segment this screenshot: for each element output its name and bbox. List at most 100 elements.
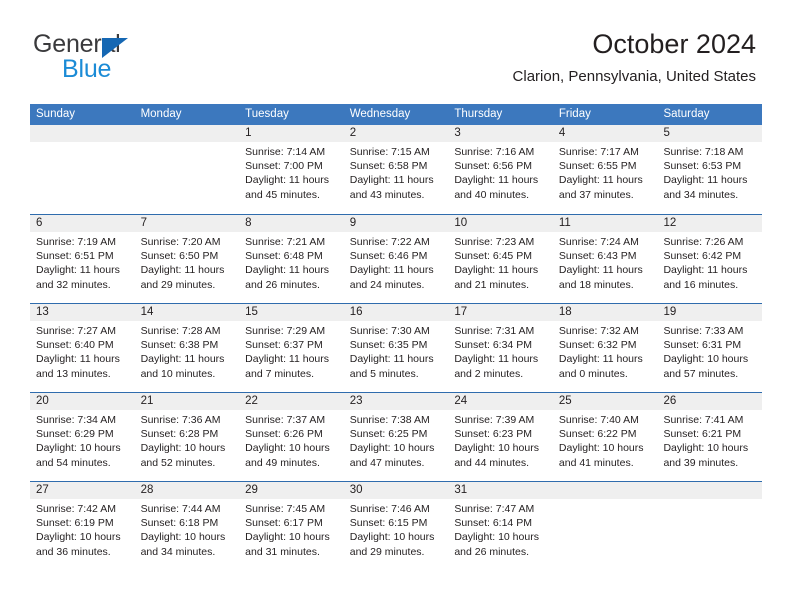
- day-details: Sunrise: 7:22 AM Sunset: 6:46 PM Dayligh…: [344, 232, 449, 292]
- day-number: 20: [30, 393, 135, 410]
- day-cell[interactable]: 24 Sunrise: 7:39 AM Sunset: 6:23 PM Dayl…: [448, 393, 553, 481]
- week-row: 6 Sunrise: 7:19 AM Sunset: 6:51 PM Dayli…: [30, 214, 763, 303]
- daylight-text-line2: and 7 minutes.: [245, 367, 315, 380]
- day-number: 23: [343, 393, 449, 410]
- day-cell[interactable]: 6 Sunrise: 7:19 AM Sunset: 6:51 PM Dayli…: [30, 215, 135, 303]
- day-number: 28: [134, 482, 240, 499]
- daylight-text-line2: and 26 minutes.: [454, 545, 530, 558]
- day-details: Sunrise: 7:39 AM Sunset: 6:23 PM Dayligh…: [448, 410, 553, 470]
- day-number: 30: [343, 482, 449, 499]
- day-details: Sunrise: 7:45 AM Sunset: 6:17 PM Dayligh…: [239, 499, 344, 559]
- day-number: 16: [343, 304, 449, 321]
- day-number: 24: [448, 393, 553, 410]
- day-cell[interactable]: 26 Sunrise: 7:41 AM Sunset: 6:21 PM Dayl…: [657, 393, 763, 481]
- day-details: Sunrise: 7:17 AM Sunset: 6:55 PM Dayligh…: [553, 142, 658, 202]
- sunrise-text: Sunrise: 7:45 AM: [245, 503, 326, 515]
- day-cell[interactable]: 31 Sunrise: 7:47 AM Sunset: 6:14 PM Dayl…: [448, 482, 553, 570]
- sunrise-text: Sunrise: 7:39 AM: [454, 414, 535, 426]
- sunrise-text: Sunrise: 7:38 AM: [349, 414, 430, 426]
- day-cell[interactable]: 27 Sunrise: 7:42 AM Sunset: 6:19 PM Dayl…: [30, 482, 135, 570]
- daylight-text-line1: Daylight: 11 hours: [454, 264, 539, 277]
- sunset-text: Sunset: 6:28 PM: [140, 428, 219, 441]
- day-cell[interactable]: 8 Sunrise: 7:21 AM Sunset: 6:48 PM Dayli…: [239, 215, 344, 303]
- day-cell[interactable]: 20 Sunrise: 7:34 AM Sunset: 6:29 PM Dayl…: [30, 393, 135, 481]
- day-cell[interactable]: 22 Sunrise: 7:37 AM Sunset: 6:26 PM Dayl…: [239, 393, 344, 481]
- week-row: 13 Sunrise: 7:27 AM Sunset: 6:40 PM Dayl…: [30, 303, 763, 392]
- day-cell[interactable]: 18 Sunrise: 7:32 AM Sunset: 6:32 PM Dayl…: [552, 304, 658, 392]
- day-cell[interactable]: 1 Sunrise: 7:14 AM Sunset: 7:00 PM Dayli…: [239, 125, 344, 214]
- day-cell[interactable]: 30 Sunrise: 7:46 AM Sunset: 6:15 PM Dayl…: [343, 482, 449, 570]
- daylight-text-line2: and 40 minutes.: [454, 188, 530, 201]
- day-cell[interactable]: 2 Sunrise: 7:15 AM Sunset: 6:58 PM Dayli…: [343, 125, 449, 214]
- day-number: 2: [343, 125, 449, 142]
- day-details: Sunrise: 7:21 AM Sunset: 6:48 PM Dayligh…: [239, 232, 344, 292]
- day-number: 3: [448, 125, 553, 142]
- day-cell[interactable]: 28 Sunrise: 7:44 AM Sunset: 6:18 PM Dayl…: [134, 482, 240, 570]
- day-cell[interactable]: 15 Sunrise: 7:29 AM Sunset: 6:37 PM Dayl…: [239, 304, 344, 392]
- day-details: Sunrise: 7:18 AM Sunset: 6:53 PM Dayligh…: [657, 142, 762, 202]
- sunrise-text: Sunrise: 7:36 AM: [140, 414, 221, 426]
- day-cell[interactable]: 7 Sunrise: 7:20 AM Sunset: 6:50 PM Dayli…: [134, 215, 240, 303]
- daylight-text-line2: and 52 minutes.: [140, 456, 216, 469]
- day-details: Sunrise: 7:32 AM Sunset: 6:32 PM Dayligh…: [553, 321, 658, 381]
- weekday-saturday: Saturday: [663, 108, 710, 120]
- sunset-text: Sunset: 6:43 PM: [558, 250, 637, 263]
- sunrise-text: Sunrise: 7:31 AM: [454, 325, 535, 337]
- day-number: 10: [448, 215, 553, 232]
- day-number: 11: [552, 215, 658, 232]
- day-cell[interactable]: 12 Sunrise: 7:26 AM Sunset: 6:42 PM Dayl…: [657, 215, 763, 303]
- sunset-text: Sunset: 6:45 PM: [454, 250, 532, 263]
- sunset-text: Sunset: 6:17 PM: [245, 517, 323, 530]
- sunset-text: Sunset: 6:40 PM: [36, 339, 114, 352]
- sunrise-text: Sunrise: 7:46 AM: [349, 503, 430, 515]
- sunrise-text: Sunrise: 7:41 AM: [663, 414, 744, 426]
- sunset-text: Sunset: 6:55 PM: [558, 160, 637, 173]
- day-cell[interactable]: 17 Sunrise: 7:31 AM Sunset: 6:34 PM Dayl…: [448, 304, 553, 392]
- day-number: [552, 482, 658, 499]
- day-number: 29: [239, 482, 344, 499]
- daylight-text-line1: Daylight: 10 hours: [140, 531, 226, 544]
- daylight-text-line2: and 47 minutes.: [349, 456, 425, 469]
- calendar-page: General Blue October 2024 Clarion, Penns…: [0, 0, 792, 612]
- day-cell[interactable]: 25 Sunrise: 7:40 AM Sunset: 6:22 PM Dayl…: [552, 393, 658, 481]
- day-number: 5: [657, 125, 763, 142]
- day-details: Sunrise: 7:38 AM Sunset: 6:25 PM Dayligh…: [344, 410, 449, 470]
- daylight-text-line2: and 29 minutes.: [140, 278, 216, 291]
- day-cell[interactable]: 21 Sunrise: 7:36 AM Sunset: 6:28 PM Dayl…: [134, 393, 240, 481]
- page-subtitle: Clarion, Pennsylvania, United States: [512, 67, 756, 85]
- day-cell[interactable]: 13 Sunrise: 7:27 AM Sunset: 6:40 PM Dayl…: [30, 304, 135, 392]
- daylight-text-line1: Daylight: 10 hours: [349, 442, 435, 455]
- daylight-text-line2: and 45 minutes.: [245, 188, 320, 201]
- day-number: 14: [134, 304, 240, 321]
- day-cell[interactable]: 16 Sunrise: 7:30 AM Sunset: 6:35 PM Dayl…: [343, 304, 449, 392]
- sunset-text: Sunset: 6:23 PM: [454, 428, 532, 441]
- daylight-text-line2: and 41 minutes.: [558, 456, 634, 469]
- day-cell[interactable]: 23 Sunrise: 7:38 AM Sunset: 6:25 PM Dayl…: [343, 393, 449, 481]
- day-cell[interactable]: 5 Sunrise: 7:18 AM Sunset: 6:53 PM Dayli…: [657, 125, 763, 214]
- sunset-text: Sunset: 6:38 PM: [140, 339, 219, 352]
- weekday-wednesday: Wednesday: [349, 108, 411, 120]
- general-blue-logo[interactable]: General Blue: [33, 32, 233, 84]
- day-cell[interactable]: 29 Sunrise: 7:45 AM Sunset: 6:17 PM Dayl…: [239, 482, 344, 570]
- day-cell[interactable]: 4 Sunrise: 7:17 AM Sunset: 6:55 PM Dayli…: [552, 125, 658, 214]
- day-cell[interactable]: 3 Sunrise: 7:16 AM Sunset: 6:56 PM Dayli…: [448, 125, 553, 214]
- day-cell[interactable]: 14 Sunrise: 7:28 AM Sunset: 6:38 PM Dayl…: [134, 304, 240, 392]
- week-row: 20 Sunrise: 7:34 AM Sunset: 6:29 PM Dayl…: [30, 392, 763, 481]
- daylight-text-line2: and 44 minutes.: [454, 456, 530, 469]
- daylight-text-line1: Daylight: 10 hours: [140, 442, 226, 455]
- day-cell[interactable]: 11 Sunrise: 7:24 AM Sunset: 6:43 PM Dayl…: [552, 215, 658, 303]
- sunset-text: Sunset: 6:53 PM: [663, 160, 742, 173]
- day-cell[interactable]: 19 Sunrise: 7:33 AM Sunset: 6:31 PM Dayl…: [657, 304, 763, 392]
- day-details: Sunrise: 7:40 AM Sunset: 6:22 PM Dayligh…: [553, 410, 658, 470]
- day-details: Sunrise: 7:46 AM Sunset: 6:15 PM Dayligh…: [344, 499, 449, 559]
- day-details: Sunrise: 7:16 AM Sunset: 6:56 PM Dayligh…: [448, 142, 553, 202]
- day-number: 18: [552, 304, 658, 321]
- day-cell[interactable]: 10 Sunrise: 7:23 AM Sunset: 6:45 PM Dayl…: [448, 215, 553, 303]
- day-details: Sunrise: 7:23 AM Sunset: 6:45 PM Dayligh…: [448, 232, 553, 292]
- day-details: Sunrise: 7:19 AM Sunset: 6:51 PM Dayligh…: [30, 232, 135, 292]
- day-cell[interactable]: 9 Sunrise: 7:22 AM Sunset: 6:46 PM Dayli…: [343, 215, 449, 303]
- daylight-text-line1: Daylight: 10 hours: [36, 442, 121, 455]
- daylight-text-line1: Daylight: 10 hours: [245, 531, 330, 544]
- sunrise-text: Sunrise: 7:28 AM: [140, 325, 221, 337]
- sunset-text: Sunset: 6:22 PM: [558, 428, 637, 441]
